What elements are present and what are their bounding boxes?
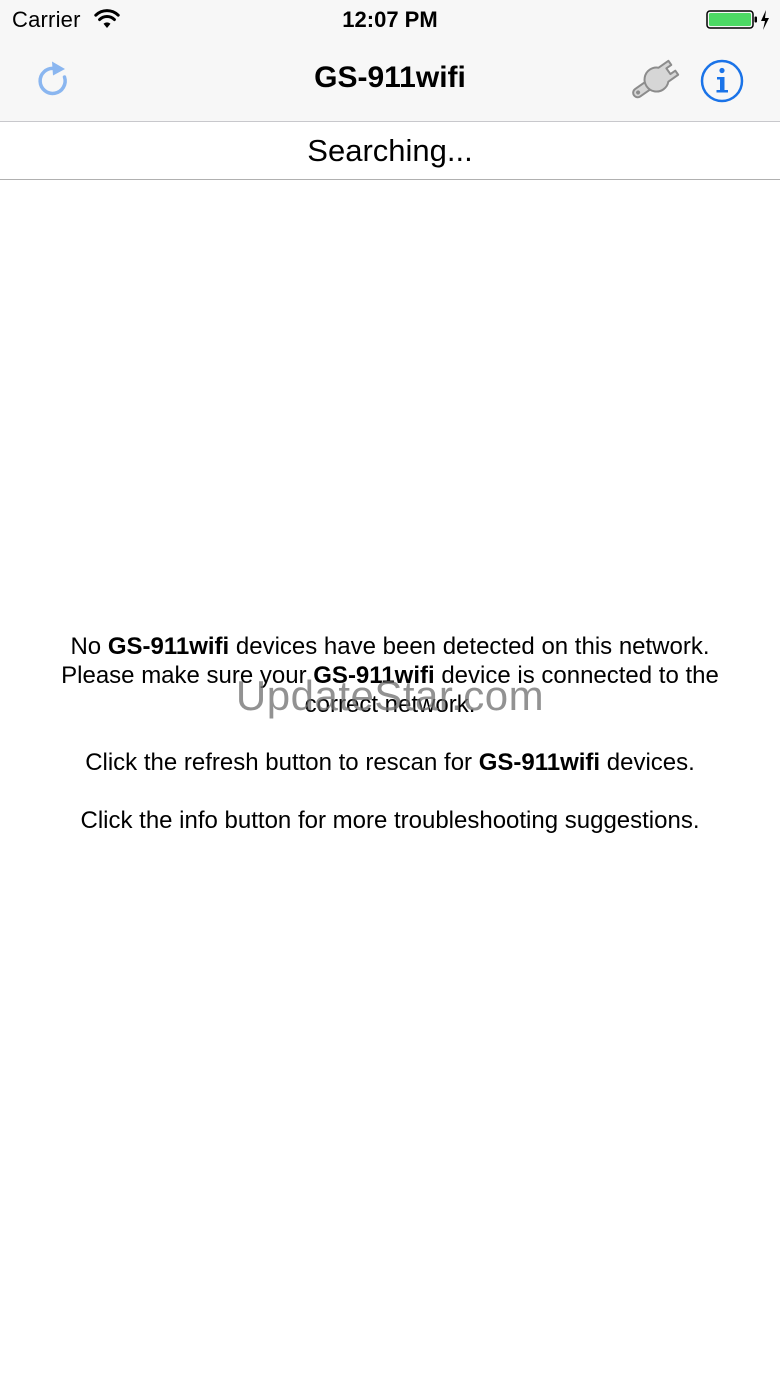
info-button[interactable] [696, 56, 748, 106]
message-line-3: correct network. [304, 691, 476, 718]
settings-button[interactable] [622, 54, 688, 106]
message-line-2: Please make sure your GS-911wifi device … [61, 662, 719, 689]
no-devices-message: No GS-911wifi devices have been detected… [20, 632, 760, 835]
battery-charging-icon [706, 10, 769, 30]
search-status: Searching... [0, 122, 780, 180]
refresh-icon [38, 61, 67, 96]
navigation-bar: GS-911wifi [0, 40, 780, 122]
refresh-button[interactable] [28, 56, 80, 106]
message-info-hint: Click the info button for more troublesh… [80, 807, 700, 834]
status-bar: Carrier 12:07 PM [0, 0, 780, 40]
message-line-1: No GS-911wifi devices have been detected… [70, 633, 710, 660]
status-time: 12:07 PM [342, 7, 438, 32]
wrench-icon [632, 59, 680, 99]
message-refresh-hint: Click the refresh button to rescan for G… [85, 749, 695, 776]
info-icon [700, 59, 744, 103]
